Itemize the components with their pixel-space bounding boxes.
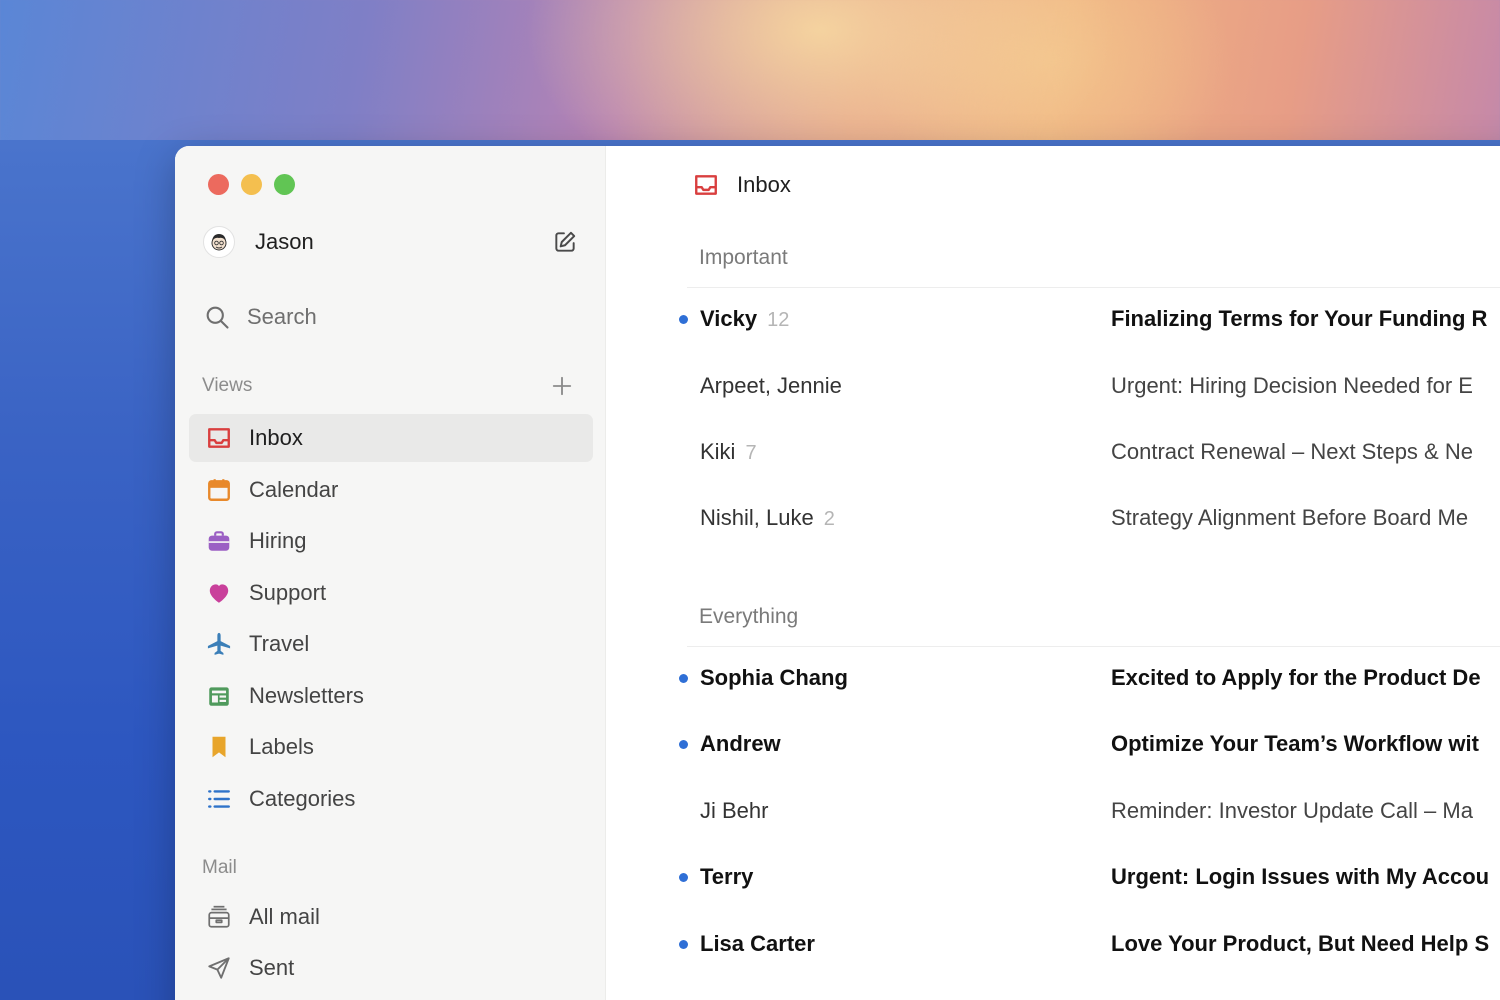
- sidebar-item-support[interactable]: Support: [189, 569, 593, 617]
- message-sender: Vicky 12: [700, 306, 790, 331]
- sidebar-item-categories[interactable]: Categories: [189, 775, 593, 823]
- message-subject: Urgent: Login Issues with My Accou: [1111, 864, 1490, 889]
- message-sender: Terry: [700, 864, 754, 889]
- sidebar-item-label: Newsletters: [249, 683, 364, 708]
- message-row[interactable]: Andrew Optimize Your Team’s Workflow wit: [667, 716, 1500, 772]
- message-subject: Optimize Your Team’s Workflow wit: [1111, 731, 1479, 756]
- sidebar-item-hiring[interactable]: Hiring: [189, 517, 593, 565]
- sidebar-item-label: Calendar: [249, 477, 339, 502]
- unread-indicator: [679, 739, 688, 749]
- views-section-title: Views: [202, 375, 253, 396]
- message-row[interactable]: Sophia Chang Excited to Apply for the Pr…: [667, 650, 1500, 706]
- mail-window: Jason Search Views Inbox Calendar Hiring…: [175, 146, 1500, 1000]
- message-row[interactable]: Nishil, Luke 2 Strategy Alignment Before …: [667, 490, 1500, 546]
- message-row[interactable]: Arpeet, Jennie Urgent: Hiring Decision N…: [667, 358, 1500, 414]
- sidebar-item-label: Categories: [249, 786, 356, 811]
- briefcase-icon: [205, 527, 233, 555]
- compose-icon: [555, 231, 576, 252]
- message-subject: Urgent: Hiring Decision Needed for E: [1111, 373, 1473, 398]
- window-controls: [208, 174, 295, 195]
- newspaper-icon: [205, 682, 233, 710]
- add-view-button[interactable]: [549, 373, 575, 399]
- search-icon: [206, 306, 229, 329]
- inbox-icon: [205, 424, 233, 452]
- inbox-icon: [695, 175, 717, 195]
- mail-section-header: Mail: [202, 856, 575, 880]
- avatar: [203, 226, 235, 258]
- sidebar-item-label: Inbox: [249, 425, 303, 450]
- unread-indicator: [679, 673, 688, 683]
- message-row[interactable]: Kiki 7 Contract Renewal – Next Steps & Ne: [667, 424, 1500, 480]
- search-button[interactable]: Search: [203, 301, 317, 333]
- minimize-window-button[interactable]: [241, 174, 262, 195]
- list-icon: [205, 785, 233, 813]
- message-sender: Kiki 7: [700, 439, 757, 464]
- message-list-pane: Inbox Important Vicky 12 Finalizing Terms…: [607, 146, 1500, 1000]
- message-sender: Nishil, Luke 2: [700, 505, 835, 530]
- message-sender: Andrew: [700, 731, 781, 756]
- divider: [687, 646, 1500, 647]
- message-sender: Arpeet, Jennie: [700, 373, 842, 398]
- message-row[interactable]: Ji Behr Reminder: Investor Update Call –…: [667, 783, 1500, 839]
- sidebar-item-newsletters[interactable]: Newsletters: [189, 672, 593, 720]
- airplane-icon: [205, 630, 233, 658]
- message-sender: Ji Behr: [700, 798, 769, 823]
- sidebar-item-label: Support: [249, 580, 327, 605]
- sidebar: Jason Search Views Inbox Calendar Hiring…: [175, 146, 606, 1000]
- sidebar-item-sent[interactable]: Sent: [189, 944, 593, 992]
- message-row[interactable]: Vicky 12 Finalizing Terms for Your Fundin…: [667, 291, 1500, 347]
- archive-icon: [205, 903, 233, 931]
- zoom-window-button[interactable]: [274, 174, 295, 195]
- message-subject: Love Your Product, But Need Help S: [1111, 931, 1490, 956]
- sidebar-item-calendar[interactable]: Calendar: [189, 466, 593, 514]
- send-icon: [205, 954, 233, 982]
- unread-indicator: [679, 314, 688, 324]
- message-subject: Reminder: Investor Update Call – Ma: [1111, 798, 1473, 823]
- unread-indicator: [679, 872, 688, 882]
- message-row[interactable]: Terry Urgent: Login Issues with My Accou: [667, 849, 1500, 905]
- sidebar-item-label: Hiring: [249, 528, 307, 553]
- message-subject: Excited to Apply for the Product De: [1111, 665, 1481, 690]
- message-sender: Sophia Chang: [700, 665, 848, 690]
- mail-section-title: Mail: [202, 857, 237, 878]
- account-name: Jason: [255, 229, 314, 254]
- thread-count: 2: [823, 508, 835, 530]
- views-section-header: Views: [202, 374, 575, 398]
- unread-indicator: [679, 939, 688, 949]
- account-switcher[interactable]: Jason: [203, 226, 579, 258]
- sidebar-item-inbox[interactable]: Inbox: [189, 414, 593, 462]
- sidebar-item-label: Travel: [249, 631, 310, 656]
- group-title-everything: Everything: [699, 605, 799, 628]
- message-sender: Lisa Carter: [700, 931, 815, 956]
- group-title-important: Important: [699, 246, 788, 269]
- sidebar-item-travel[interactable]: Travel: [189, 620, 593, 668]
- plus-icon: [552, 376, 572, 396]
- sidebar-item-label: Labels: [249, 734, 314, 759]
- bookmark-icon: [205, 733, 233, 761]
- page-title: Inbox: [737, 172, 791, 197]
- message-subject: Strategy Alignment Before Board Me: [1111, 505, 1469, 530]
- compose-button[interactable]: [551, 228, 579, 256]
- close-window-button[interactable]: [208, 174, 229, 195]
- calendar-icon: [205, 476, 233, 504]
- sidebar-item-label: All mail: [249, 904, 320, 929]
- sidebar-item-label: Sent: [249, 955, 295, 980]
- thread-count: 12: [767, 309, 790, 331]
- sidebar-item-all-mail[interactable]: All mail: [189, 893, 593, 941]
- divider: [687, 287, 1500, 288]
- search-label: Search: [247, 304, 317, 329]
- message-row[interactable]: Lisa Carter Love Your Product, But Need …: [667, 916, 1500, 972]
- message-subject: Contract Renewal – Next Steps & Ne: [1111, 439, 1473, 464]
- sidebar-item-labels[interactable]: Labels: [189, 723, 593, 771]
- thread-count: 7: [745, 442, 757, 464]
- message-subject: Finalizing Terms for Your Funding R: [1111, 306, 1488, 331]
- page-header: Inbox: [693, 170, 791, 200]
- heart-icon: [205, 579, 233, 607]
